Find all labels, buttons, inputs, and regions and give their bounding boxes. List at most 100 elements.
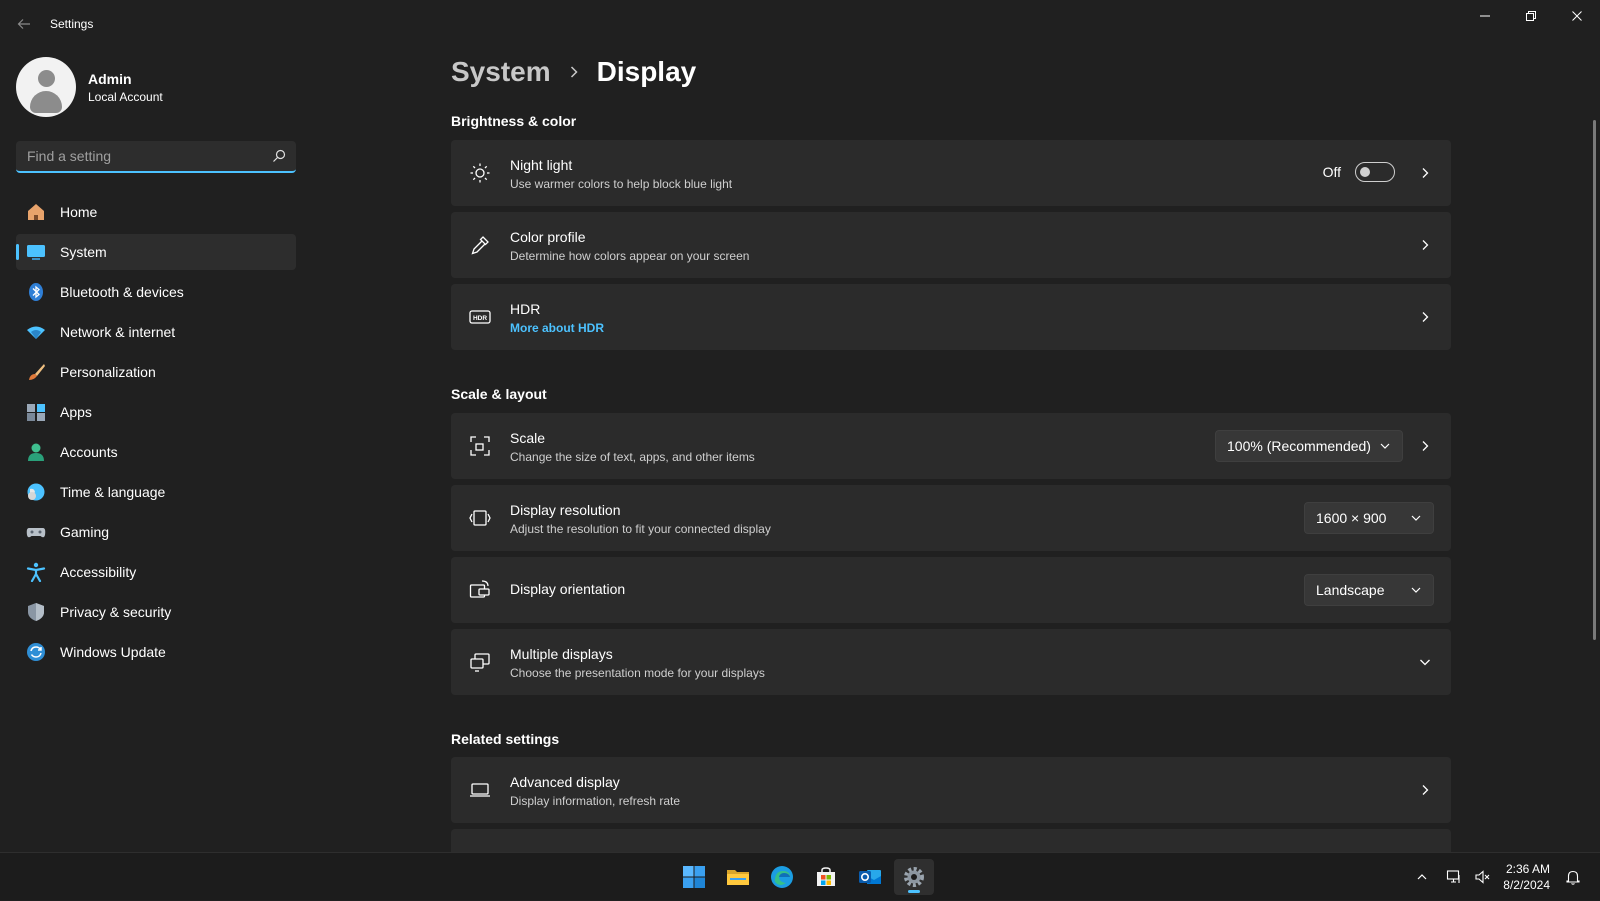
sidebar-item-accessibility[interactable]: Accessibility <box>16 554 296 590</box>
taskbar-apps <box>674 859 938 895</box>
eyedropper-icon <box>469 234 491 256</box>
scale-dropdown[interactable]: 100% (Recommended) <box>1215 430 1403 462</box>
expand-chevron-down-icon[interactable] <box>1417 654 1433 670</box>
sidebar-item-gaming[interactable]: Gaming <box>16 514 296 550</box>
sidebar-item-privacy-security[interactable]: Privacy & security <box>16 594 296 630</box>
scale-card[interactable]: Scale Change the size of text, apps, and… <box>451 413 1451 479</box>
orientation-icon <box>469 579 491 601</box>
display-resolution-value: 1600 × 900 <box>1316 510 1387 526</box>
clock-date: 8/2/2024 <box>1503 878 1550 892</box>
display-resolution-dropdown[interactable]: 1600 × 900 <box>1304 502 1434 534</box>
network-monitor-icon <box>1447 870 1460 883</box>
sidebar-item-label: Apps <box>60 404 92 420</box>
accounts-icon <box>26 442 46 462</box>
shield-icon <box>26 602 46 622</box>
sidebar-item-label: Time & language <box>60 484 166 500</box>
sidebar-item-bluetooth[interactable]: Bluetooth & devices <box>16 274 296 310</box>
display-orientation-card: Display orientation Landscape <box>451 557 1451 623</box>
minimize-button[interactable] <box>1462 0 1508 32</box>
resolution-icon <box>469 507 491 529</box>
content-scrollbar[interactable] <box>1593 120 1596 640</box>
chevron-right-icon <box>1417 237 1433 253</box>
outlook-button[interactable] <box>850 859 890 895</box>
display-orientation-value: Landscape <box>1316 582 1385 598</box>
multiple-displays-icon <box>469 651 491 673</box>
clock-time: 2:36 AM <box>1505 862 1550 876</box>
breadcrumb-parent[interactable]: System <box>451 56 551 88</box>
clock[interactable]: 2:36 AM 8/2/2024 <box>1503 861 1550 893</box>
sidebar-item-time-language[interactable]: Time & language <box>16 474 296 510</box>
volume-tray-button[interactable] <box>1469 864 1495 890</box>
chevron-right-icon <box>1417 309 1433 325</box>
home-icon <box>26 202 46 222</box>
network-icon <box>26 322 46 342</box>
search-box <box>16 141 296 173</box>
sidebar-item-windows-update[interactable]: Windows Update <box>16 634 296 670</box>
system-icon <box>26 242 46 262</box>
close-button[interactable] <box>1554 0 1600 32</box>
section-header-scale-layout: Scale & layout <box>451 386 547 402</box>
store-button[interactable] <box>806 859 846 895</box>
start-button[interactable] <box>674 859 714 895</box>
profile-name: Admin <box>88 70 132 87</box>
edge-button[interactable] <box>762 859 802 895</box>
sidebar-item-label: Accessibility <box>60 564 137 580</box>
sidebar-item-system[interactable]: System <box>16 234 296 270</box>
notifications-button[interactable] <box>1560 864 1586 890</box>
outlook-icon <box>859 870 881 884</box>
next-settings-card-partial[interactable] <box>451 829 1451 852</box>
breadcrumb: System Display <box>451 56 696 88</box>
sidebar-item-network[interactable]: Network & internet <box>16 314 296 350</box>
color-profile-desc: Determine how colors appear on your scre… <box>510 249 750 263</box>
search-icon[interactable] <box>272 149 286 163</box>
scale-title: Scale <box>510 430 546 446</box>
user-profile[interactable]: Admin Local Account <box>16 57 163 117</box>
sidebar-item-accounts[interactable]: Accounts <box>16 434 296 470</box>
chevron-down-icon <box>1411 515 1421 521</box>
sidebar-item-apps[interactable]: Apps <box>16 394 296 430</box>
sidebar-item-label: Privacy & security <box>60 604 172 620</box>
bluetooth-icon <box>26 282 46 302</box>
display-resolution-card: Display resolution Adjust the resolution… <box>451 485 1451 551</box>
brush-icon <box>26 362 46 382</box>
settings-taskbar-button[interactable] <box>894 859 934 895</box>
profile-account-type: Local Account <box>88 89 163 104</box>
sidebar-item-label: Gaming <box>60 524 110 540</box>
show-hidden-icons-button[interactable] <box>1409 864 1435 890</box>
scale-icon <box>469 435 491 457</box>
sidebar-item-label: Windows Update <box>60 644 166 660</box>
chevron-right-icon <box>1417 782 1433 798</box>
chevron-up-icon <box>1417 874 1427 880</box>
network-tray-button[interactable] <box>1441 864 1467 890</box>
brightness-icon <box>469 162 491 184</box>
sidebar-item-home[interactable]: Home <box>16 194 296 230</box>
svg-text:HDR: HDR <box>473 315 487 322</box>
file-explorer-button[interactable] <box>718 859 758 895</box>
display-orientation-dropdown[interactable]: Landscape <box>1304 574 1434 606</box>
restore-icon <box>1526 11 1536 21</box>
app-title: Settings <box>50 17 94 31</box>
sidebar-item-label: Bluetooth & devices <box>60 284 184 300</box>
section-header-related: Related settings <box>451 731 560 747</box>
hdr-card[interactable]: HDR HDR More about HDR <box>451 284 1451 350</box>
search-input[interactable] <box>16 148 256 164</box>
more-about-hdr-link[interactable]: More about HDR <box>510 321 604 335</box>
night-light-card[interactable]: Night light Use warmer colors to help bl… <box>451 140 1451 206</box>
color-profile-card[interactable]: Color profile Determine how colors appea… <box>451 212 1451 278</box>
chevron-right-icon <box>1417 438 1433 454</box>
settings-icon <box>904 867 924 887</box>
sidebar-item-personalization[interactable]: Personalization <box>16 354 296 390</box>
restore-button[interactable] <box>1508 0 1554 32</box>
sidebar-item-label: Network & internet <box>60 324 176 340</box>
back-button[interactable] <box>10 10 38 38</box>
sidebar-item-label: Accounts <box>60 444 118 460</box>
hdr-title: HDR <box>510 301 541 317</box>
globe-icon <box>26 482 46 502</box>
night-light-toggle[interactable] <box>1355 162 1395 182</box>
multiple-displays-card[interactable]: Multiple displays Choose the presentatio… <box>451 629 1451 695</box>
chevron-right-icon <box>1417 165 1433 181</box>
sidebar-item-label: Personalization <box>60 364 156 380</box>
section-header-brightness: Brightness & color <box>451 113 577 129</box>
advanced-display-card[interactable]: Advanced display Display information, re… <box>451 757 1451 823</box>
display-resolution-title: Display resolution <box>510 502 621 518</box>
